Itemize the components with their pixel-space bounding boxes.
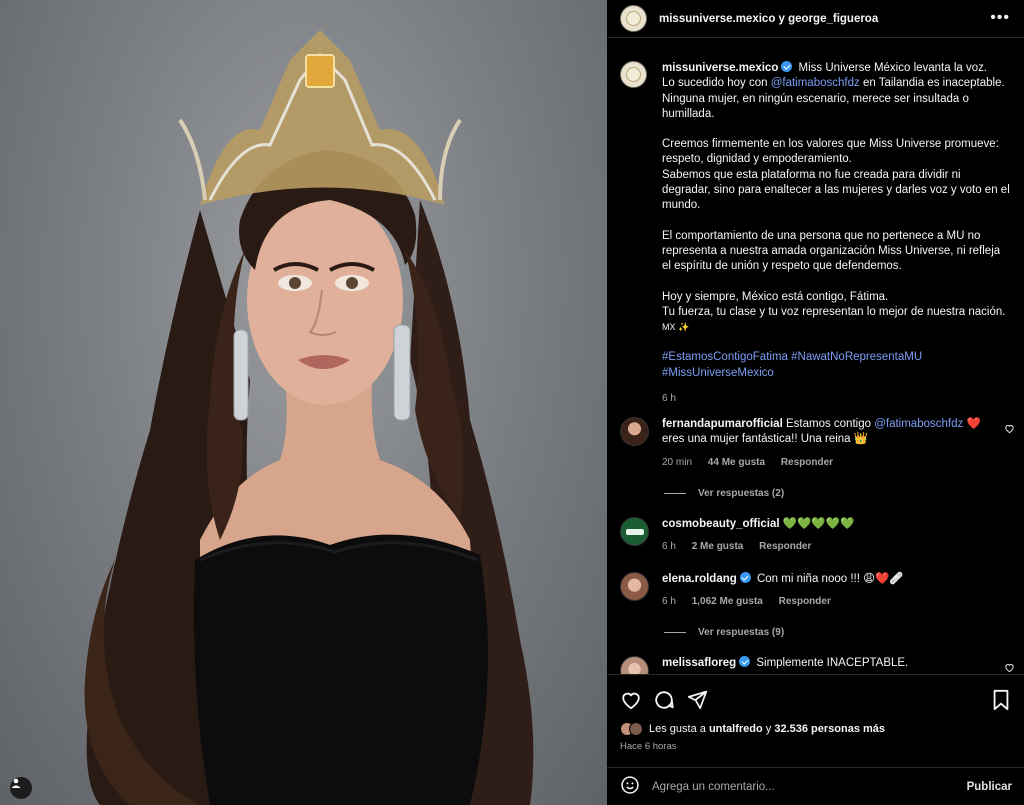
- caption-line: Lo sucedido hoy con: [662, 77, 768, 90]
- hashtag-link[interactable]: #MissUniverseMexico: [662, 367, 774, 379]
- comment-icon[interactable]: [653, 689, 675, 714]
- emoji-icon[interactable]: [620, 775, 640, 798]
- comment-likes[interactable]: 44 Me gusta: [708, 457, 765, 468]
- commenter-username[interactable]: fernandapumarofficial: [662, 418, 783, 430]
- reply-button[interactable]: Responder: [779, 596, 831, 607]
- hashtag-link[interactable]: #NawatNoRepresentaMU: [791, 351, 922, 363]
- action-bar: [607, 674, 1024, 729]
- mention-link[interactable]: @fatimaboschfdz: [771, 77, 860, 89]
- hashtag-link[interactable]: #EstamosContigoFatima: [662, 351, 788, 363]
- reply-button[interactable]: Responder: [759, 541, 811, 552]
- heart-icon[interactable]: [1004, 423, 1015, 437]
- caption-line: Miss Universe México levanta la voz.: [798, 62, 988, 74]
- caption-line: Hoy y siempre, México está contigo, Fáti…: [662, 290, 889, 303]
- bookmark-icon[interactable]: [991, 689, 1011, 714]
- caption: missuniverse.mexico Miss Universe México…: [620, 61, 1015, 406]
- verified-badge-icon: [781, 61, 793, 72]
- caption-line: MX ✨: [662, 322, 690, 333]
- caption-line: El comportamiento de una persona que no …: [662, 229, 1001, 273]
- caption-line: Tu fuerza, tu clase y tu voz representan…: [662, 305, 1006, 318]
- add-comment-bar: Publicar: [607, 767, 1024, 805]
- likes-others[interactable]: 32.536 personas más: [774, 723, 885, 735]
- view-replies-button[interactable]: Ver respuestas (2): [664, 488, 784, 499]
- comment-likes[interactable]: 2 Me gusta: [692, 541, 744, 552]
- post-side-panel: missuniverse.mexico y george_figueroa ••…: [607, 0, 1024, 805]
- likes-summary[interactable]: Les gusta a untalfredo y 32.536 personas…: [620, 722, 885, 736]
- portrait-illustration: [84, 30, 534, 805]
- comment-item: elena.roldang Con mi niña nooo !!! 😩❤️🩹 …: [620, 572, 1015, 610]
- reply-button[interactable]: Responder: [781, 457, 833, 468]
- post-authors[interactable]: missuniverse.mexico y george_figueroa: [659, 13, 878, 25]
- comment-time[interactable]: 20 min: [662, 457, 692, 468]
- heart-icon[interactable]: [620, 689, 642, 714]
- likes-connector: y: [765, 723, 772, 735]
- caption-avatar[interactable]: [620, 61, 647, 88]
- liker-avatar: [629, 722, 643, 736]
- comment-text: Simplemente INACEPTABLE.: [756, 657, 909, 669]
- comment-text: Con mi niña nooo !!! 😩❤️🩹: [756, 573, 904, 585]
- commenter-avatar[interactable]: [620, 656, 649, 674]
- verified-badge-icon: [739, 572, 751, 583]
- liker-username[interactable]: untalfredo: [709, 723, 763, 735]
- comment-item: fernandapumarofficial Estamos contigo @f…: [620, 417, 1015, 470]
- author-avatar[interactable]: [620, 5, 647, 32]
- send-icon[interactable]: [687, 689, 708, 713]
- comment-input[interactable]: [652, 780, 932, 793]
- comment-text: Estamos contigo: [785, 418, 871, 430]
- comment-item: cosmobeauty_official 💚💚💚💚💚 6 h 2 Me gust…: [620, 517, 1015, 555]
- commenter-username[interactable]: melissafloreg: [662, 657, 736, 669]
- caption-text: missuniverse.mexico Miss Universe México…: [662, 61, 1012, 406]
- mention-link[interactable]: @fatimaboschfdz: [874, 418, 963, 430]
- post-time[interactable]: Hace 6 horas: [620, 741, 677, 752]
- heart-icon[interactable]: [1004, 662, 1015, 674]
- view-replies-button[interactable]: Ver respuestas (9): [664, 627, 784, 638]
- commenter-username[interactable]: cosmobeauty_official: [662, 518, 780, 530]
- caption-time[interactable]: 6 h: [662, 393, 676, 404]
- commenter-avatar[interactable]: [620, 417, 649, 446]
- likes-prefix: Les gusta a: [649, 723, 706, 735]
- caption-line: Creemos firmemente en los valores que Mi…: [662, 138, 999, 166]
- comment-item: melissafloreg Simplemente INACEPTABLE.: [620, 656, 1015, 674]
- comment-time[interactable]: 6 h: [662, 541, 676, 552]
- publish-button[interactable]: Publicar: [967, 781, 1012, 793]
- comment-likes[interactable]: 1,062 Me gusta: [692, 596, 763, 607]
- more-horizontal-icon[interactable]: •••: [990, 10, 1010, 26]
- comments-list[interactable]: missuniverse.mexico Miss Universe México…: [607, 39, 1024, 674]
- commenter-username[interactable]: elena.roldang: [662, 573, 737, 585]
- tagged-user-icon[interactable]: [10, 777, 32, 799]
- caption-username[interactable]: missuniverse.mexico: [662, 62, 778, 74]
- caption-line: Sabemos que esta plataforma no fue cread…: [662, 168, 1010, 212]
- commenter-avatar[interactable]: [620, 572, 649, 601]
- verified-badge-icon: [739, 656, 751, 667]
- commenter-avatar[interactable]: [620, 517, 649, 546]
- post-header: missuniverse.mexico y george_figueroa ••…: [607, 0, 1024, 38]
- comment-text: 💚💚💚💚💚: [782, 518, 855, 530]
- comment-time[interactable]: 6 h: [662, 596, 676, 607]
- post-image[interactable]: [0, 0, 607, 805]
